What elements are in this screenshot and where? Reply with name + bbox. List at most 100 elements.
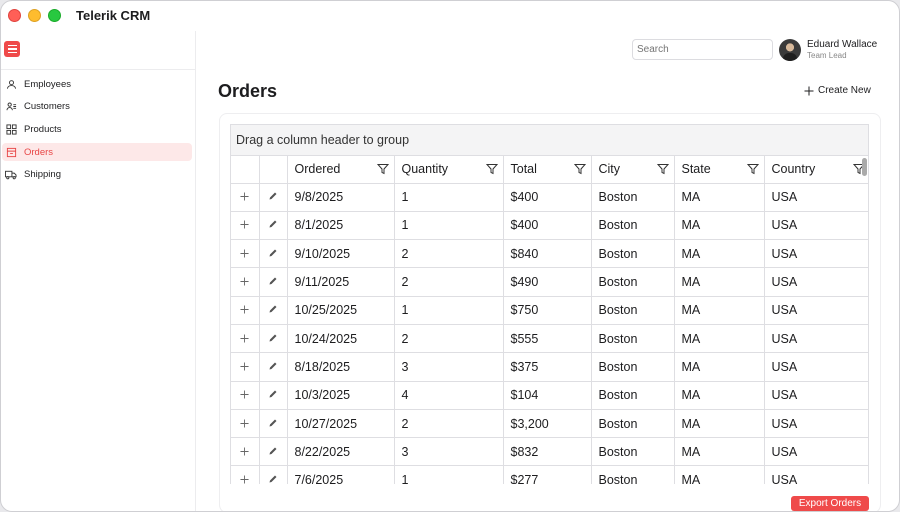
expand-row-button[interactable]: [231, 352, 260, 382]
grid-cell[interactable]: MA: [674, 465, 765, 484]
edit-row-button[interactable]: [259, 409, 288, 439]
minimize-window-button[interactable]: [28, 9, 41, 22]
create-new-button[interactable]: Create New: [804, 85, 871, 96]
grid-cell[interactable]: 10/25/2025: [287, 296, 395, 325]
grid-cell[interactable]: $3,200: [503, 409, 592, 439]
table-row[interactable]: 9/10/2025 2 $840 Boston MA USA: [231, 239, 868, 269]
filter-icon[interactable]: [746, 163, 759, 175]
filter-icon[interactable]: [656, 163, 669, 175]
table-row[interactable]: 9/11/2025 2 $490 Boston MA USA: [231, 267, 868, 297]
grid-cell[interactable]: Boston: [591, 352, 675, 382]
edit-row-button[interactable]: [259, 211, 288, 241]
grid-cell[interactable]: 8/22/2025: [287, 437, 395, 467]
grid-cell[interactable]: 2: [394, 409, 504, 439]
column-header-ordered[interactable]: Ordered: [287, 156, 395, 184]
edit-row-button[interactable]: [259, 437, 288, 467]
table-row[interactable]: 8/1/2025 1 $400 Boston MA USA: [231, 211, 868, 241]
grid-cell[interactable]: MA: [674, 267, 765, 297]
edit-row-button[interactable]: [259, 296, 288, 325]
table-row[interactable]: 10/27/2025 2 $3,200 Boston MA USA: [231, 409, 868, 439]
grid-cell[interactable]: USA: [764, 352, 868, 382]
table-row[interactable]: 8/22/2025 3 $832 Boston MA USA: [231, 437, 868, 467]
grid-cell[interactable]: 10/27/2025: [287, 409, 395, 439]
grid-cell[interactable]: USA: [764, 465, 868, 484]
grid-cell[interactable]: USA: [764, 437, 868, 467]
grid-cell[interactable]: 8/18/2025: [287, 352, 395, 382]
edit-row-button[interactable]: [259, 183, 288, 212]
edit-row-button[interactable]: [259, 465, 288, 484]
grid-cell[interactable]: MA: [674, 183, 765, 212]
edit-row-button[interactable]: [259, 239, 288, 269]
column-header-state[interactable]: State: [674, 156, 765, 184]
search-input[interactable]: [632, 39, 773, 60]
expand-row-button[interactable]: [231, 437, 260, 467]
grid-cell[interactable]: Boston: [591, 296, 675, 325]
edit-row-button[interactable]: [259, 324, 288, 354]
column-header-country[interactable]: Country: [764, 156, 868, 184]
grid-cell[interactable]: 3: [394, 437, 504, 467]
grid-cell[interactable]: MA: [674, 437, 765, 467]
sidebar-item-products[interactable]: Products: [2, 120, 192, 138]
sidebar-item-employees[interactable]: Employees: [2, 75, 192, 93]
grid-cell[interactable]: $400: [503, 183, 592, 212]
grid-cell[interactable]: USA: [764, 267, 868, 297]
grid-cell[interactable]: MA: [674, 296, 765, 325]
grid-cell[interactable]: 10/3/2025: [287, 381, 395, 410]
grid-cell[interactable]: Boston: [591, 324, 675, 354]
grid-cell[interactable]: USA: [764, 183, 868, 212]
expand-row-button[interactable]: [231, 267, 260, 297]
grid-cell[interactable]: Boston: [591, 409, 675, 439]
grid-cell[interactable]: 2: [394, 239, 504, 269]
column-header-city[interactable]: City: [591, 156, 675, 184]
grid-cell[interactable]: 2: [394, 267, 504, 297]
grid-cell[interactable]: 1: [394, 465, 504, 484]
grid-cell[interactable]: Boston: [591, 183, 675, 212]
grid-cell[interactable]: 8/1/2025: [287, 211, 395, 241]
edit-row-button[interactable]: [259, 352, 288, 382]
sidebar-item-customers[interactable]: Customers: [2, 98, 192, 116]
grid-cell[interactable]: USA: [764, 239, 868, 269]
table-row[interactable]: 7/6/2025 1 $277 Boston MA USA: [231, 465, 868, 484]
grid-cell[interactable]: USA: [764, 409, 868, 439]
grid-cell[interactable]: USA: [764, 324, 868, 354]
table-row[interactable]: 9/8/2025 1 $400 Boston MA USA: [231, 183, 868, 212]
grid-cell[interactable]: 3: [394, 352, 504, 382]
expand-row-button[interactable]: [231, 183, 260, 212]
grid-cell[interactable]: Boston: [591, 267, 675, 297]
grid-cell[interactable]: Boston: [591, 465, 675, 484]
table-row[interactable]: 10/3/2025 4 $104 Boston MA USA: [231, 381, 868, 410]
grid-cell[interactable]: 4: [394, 381, 504, 410]
grid-cell[interactable]: 1: [394, 183, 504, 212]
filter-icon[interactable]: [485, 163, 498, 175]
grid-cell[interactable]: USA: [764, 211, 868, 241]
table-row[interactable]: 8/18/2025 3 $375 Boston MA USA: [231, 352, 868, 382]
grid-cell[interactable]: $277: [503, 465, 592, 484]
grid-cell[interactable]: Boston: [591, 239, 675, 269]
group-panel[interactable]: Drag a column header to group: [230, 124, 869, 156]
grid-cell[interactable]: MA: [674, 324, 765, 354]
grid-cell[interactable]: $840: [503, 239, 592, 269]
grid-cell[interactable]: MA: [674, 211, 765, 241]
grid-cell[interactable]: 10/24/2025: [287, 324, 395, 354]
grid-cell[interactable]: 9/10/2025: [287, 239, 395, 269]
grid-cell[interactable]: Boston: [591, 381, 675, 410]
grid-cell[interactable]: MA: [674, 409, 765, 439]
grid-cell[interactable]: 9/11/2025: [287, 267, 395, 297]
grid-cell[interactable]: $750: [503, 296, 592, 325]
column-header-total[interactable]: Total: [503, 156, 592, 184]
grid-cell[interactable]: 1: [394, 211, 504, 241]
grid-cell[interactable]: 9/8/2025: [287, 183, 395, 212]
export-orders-button[interactable]: Export Orders: [791, 496, 869, 511]
edit-row-button[interactable]: [259, 381, 288, 410]
grid-cell[interactable]: Boston: [591, 437, 675, 467]
grid-cell[interactable]: $400: [503, 211, 592, 241]
grid-cell[interactable]: MA: [674, 352, 765, 382]
expand-row-button[interactable]: [231, 409, 260, 439]
table-row[interactable]: 10/24/2025 2 $555 Boston MA USA: [231, 324, 868, 354]
hamburger-menu-icon[interactable]: [4, 41, 20, 57]
sidebar-item-orders[interactable]: Orders: [2, 143, 192, 162]
grid-scrollbar[interactable]: [862, 158, 867, 176]
column-header-quantity[interactable]: Quantity: [394, 156, 504, 184]
grid-cell[interactable]: MA: [674, 239, 765, 269]
grid-cell[interactable]: $555: [503, 324, 592, 354]
